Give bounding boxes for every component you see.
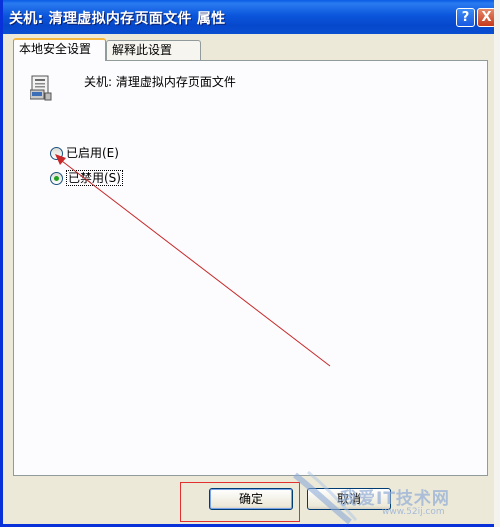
policy-name: 关机: 清理虚拟内存页面文件: [84, 75, 236, 89]
help-button[interactable]: ?: [456, 8, 475, 27]
ok-highlight-box: [180, 482, 300, 522]
tab-local-security-setting[interactable]: 本地安全设置: [13, 38, 106, 61]
window-title: 关机: 清理虚拟内存页面文件 属性: [9, 11, 226, 27]
watermark-url: www.52ij.com: [382, 507, 445, 517]
disabled-radio[interactable]: [50, 172, 63, 185]
enabled-label: 已启用(E): [66, 146, 119, 160]
background-strip: [494, 0, 500, 527]
disabled-label: 已禁用(S): [66, 170, 123, 186]
enabled-radio[interactable]: [50, 147, 63, 160]
tab-explain-setting[interactable]: 解释此设置: [106, 40, 201, 60]
policy-computer-icon: [30, 75, 52, 101]
tab-panel: 关机: 清理虚拟内存页面文件 已启用(E) 已禁用(S): [13, 60, 488, 476]
option-disabled[interactable]: 已禁用(S): [50, 170, 123, 187]
properties-dialog: 关机: 清理虚拟内存页面文件 属性 ? X 本地安全设置 解释此设置 关机: 清…: [0, 0, 500, 527]
title-bar[interactable]: 关机: 清理虚拟内存页面文件 属性 ? X: [3, 0, 497, 34]
option-enabled[interactable]: 已启用(E): [50, 146, 119, 162]
watermark-text: 我爱IT技术网: [340, 489, 450, 509]
